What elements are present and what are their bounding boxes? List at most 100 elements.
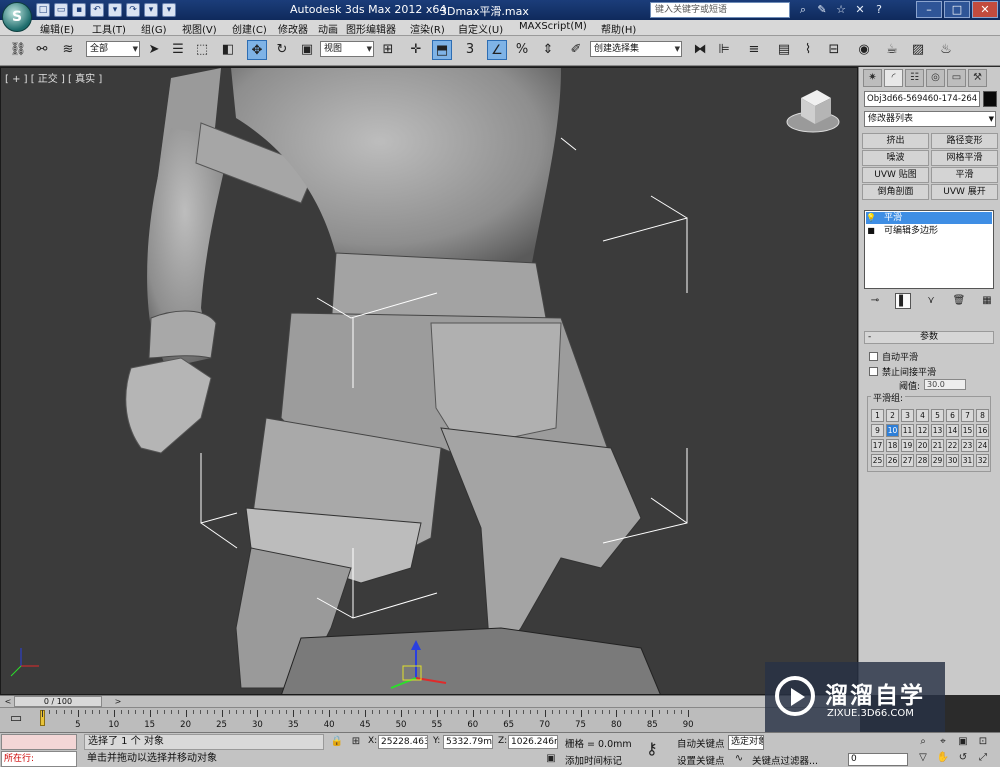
align-icon[interactable]: ⊫	[714, 40, 734, 60]
smoothing-group-button[interactable]: 32	[976, 454, 989, 467]
menu-customize[interactable]: 自定义(U)	[458, 21, 503, 36]
smoothing-group-button[interactable]: 17	[871, 439, 884, 452]
smoothing-group-button[interactable]: 21	[931, 439, 944, 452]
checkbox-box[interactable]	[869, 367, 878, 376]
smoothing-group-button[interactable]: 2	[886, 409, 899, 422]
smoothing-group-button[interactable]: 24	[976, 439, 989, 452]
undo-icon[interactable]: ↶	[90, 3, 104, 17]
selected-dropdown[interactable]: 选定对象	[728, 735, 764, 750]
make-unique-icon[interactable]: ⋎	[923, 293, 939, 309]
field-of-view-icon[interactable]: ▽	[914, 750, 932, 765]
smoothing-group-button[interactable]: 18	[886, 439, 899, 452]
named-selection-dropdown[interactable]: 创建选择集	[590, 41, 682, 57]
new-file-icon[interactable]: □	[36, 3, 50, 17]
path-deform-button[interactable]: 路径变形	[931, 133, 998, 149]
smoothing-group-button[interactable]: 4	[916, 409, 929, 422]
smoothing-group-button[interactable]: 31	[961, 454, 974, 467]
unlink-icon[interactable]: ⚯	[32, 40, 52, 60]
smoothing-group-button[interactable]: 16	[976, 424, 989, 437]
smoothing-group-button[interactable]: 15	[961, 424, 974, 437]
viewcube-icon[interactable]	[786, 90, 840, 133]
select-rotate-icon[interactable]: ↻	[272, 40, 292, 60]
bulb-icon[interactable]: 💡	[866, 212, 876, 224]
remove-modifier-icon[interactable]: 🗑	[951, 293, 967, 309]
rect-selection-icon[interactable]: ⬚	[192, 40, 212, 60]
mini-curve-editor-icon[interactable]: ▭	[2, 711, 30, 729]
time-slider-thumb[interactable]: 0 / 100	[14, 696, 102, 707]
object-name-field[interactable]: Obj3d66-569460-174-264	[864, 91, 980, 107]
z-coordinate-field[interactable]: 1026.246m	[508, 735, 558, 749]
graphite-toolbox-icon[interactable]: ▤	[774, 40, 794, 60]
smoothing-group-button[interactable]: 19	[901, 439, 914, 452]
smoothing-group-button[interactable]: 12	[916, 424, 929, 437]
menu-graph-editors[interactable]: 图形编辑器	[346, 21, 396, 36]
current-frame-field[interactable]: 0	[848, 753, 908, 766]
unwrap-uvw-button[interactable]: UVW 展开	[931, 184, 998, 200]
maxscript-listener-field[interactable]	[1, 734, 77, 750]
menu-edit[interactable]: 编辑(E)	[40, 21, 74, 36]
prev-frame-icon[interactable]: <	[2, 696, 14, 707]
menu-help[interactable]: 帮助(H)	[601, 21, 636, 36]
menu-group[interactable]: 组(G)	[141, 21, 167, 36]
rendered-frame-icon[interactable]: ▨	[908, 40, 928, 60]
key-filters-button[interactable]: 关键点过滤器...	[752, 753, 818, 767]
x-coordinate-field[interactable]: 25228.463	[378, 735, 428, 749]
create-tab-icon[interactable]: ✷	[863, 69, 882, 87]
smoothing-group-button[interactable]: 1	[871, 409, 884, 422]
selection-filter-dropdown[interactable]: 全部	[86, 41, 140, 57]
snaps-toggle-icon[interactable]: 3	[460, 40, 480, 60]
viewport-label[interactable]: [ + ] [ 正交 ] [ 真实 ]	[5, 70, 102, 85]
extrude-button[interactable]: 挤出	[862, 133, 929, 149]
render-production-icon[interactable]: ♨	[936, 40, 956, 60]
menu-create[interactable]: 创建(C)	[232, 21, 267, 36]
smoothing-group-button[interactable]: 29	[931, 454, 944, 467]
smoothing-group-button[interactable]: 3	[901, 409, 914, 422]
keyboard-shortcut-override-icon[interactable]: ⬒	[432, 40, 452, 60]
pin-stack-icon[interactable]: ⊸	[867, 293, 883, 309]
smooth-button[interactable]: 平滑	[931, 167, 998, 183]
redo-icon[interactable]: ↷	[126, 3, 140, 17]
select-scale-icon[interactable]: ▣	[297, 40, 317, 60]
smoothing-group-button[interactable]: 14	[946, 424, 959, 437]
smoothing-group-button[interactable]: 7	[961, 409, 974, 422]
square-icon[interactable]: ■	[866, 225, 876, 237]
reference-coord-dropdown[interactable]: 视图	[320, 41, 374, 57]
object-color-swatch[interactable]	[983, 91, 997, 107]
add-time-tag-button[interactable]: 添加时间标记	[565, 753, 622, 767]
render-setup-icon[interactable]: ☕	[882, 40, 902, 60]
smoothing-group-button[interactable]: 27	[901, 454, 914, 467]
smoothing-group-button[interactable]: 9	[871, 424, 884, 437]
lock-icon[interactable]: 🔒	[330, 735, 344, 749]
app-logo-icon[interactable]: S	[2, 2, 32, 32]
modifier-list-dropdown[interactable]: 修改器列表 ▼	[864, 111, 996, 127]
binoculars-icon[interactable]: ⌕	[795, 2, 811, 18]
key-icon[interactable]: ⚷	[646, 739, 658, 758]
save-file-icon[interactable]: ▪	[72, 3, 86, 17]
menu-rendering[interactable]: 渲染(R)	[410, 21, 445, 36]
parameters-rollout-header[interactable]: - 参数	[864, 331, 994, 344]
smoothing-group-button[interactable]: 5	[931, 409, 944, 422]
track-bar[interactable]: ▭ 5 10 15 20 25 30 35 40 45 50 55 60 65 70 75 80 85 90	[0, 707, 860, 732]
quick-access-dropdown-icon[interactable]: ▾	[162, 3, 176, 17]
open-file-icon[interactable]: ▭	[54, 3, 68, 17]
close-button[interactable]: ✕	[972, 1, 998, 18]
smoothing-group-button[interactable]: 30	[946, 454, 959, 467]
curve-editor-icon[interactable]: ⌇	[798, 40, 818, 60]
utilities-tab-icon[interactable]: ⚒	[968, 69, 987, 87]
zoom-extents-icon[interactable]: ▣	[954, 734, 972, 749]
maximize-viewport-icon[interactable]: ⤢	[974, 750, 992, 765]
schematic-view-icon[interactable]: ⊟	[824, 40, 844, 60]
configure-sets-icon[interactable]: ▦	[979, 293, 995, 309]
smoothing-group-button[interactable]: 13	[931, 424, 944, 437]
search-input[interactable]: 键入关键字或短语	[650, 2, 790, 18]
bind-spacewarp-icon[interactable]: ≋	[58, 40, 78, 60]
prevent-indirect-checkbox[interactable]: 禁止间接平滑	[869, 365, 936, 378]
window-crossing-icon[interactable]: ◧	[218, 40, 238, 60]
checkbox-box[interactable]	[869, 352, 878, 361]
undo-dropdown-icon[interactable]: ▾	[108, 3, 122, 17]
select-object-icon[interactable]: ➤	[144, 40, 164, 60]
viewport-front[interactable]: [ + ] [ 正交 ] [ 真实 ]	[0, 67, 858, 695]
display-tab-icon[interactable]: ▭	[947, 69, 966, 87]
maxscript-line[interactable]: 所在行:	[1, 751, 77, 767]
stack-item-smooth[interactable]: 💡 平滑	[866, 212, 992, 224]
